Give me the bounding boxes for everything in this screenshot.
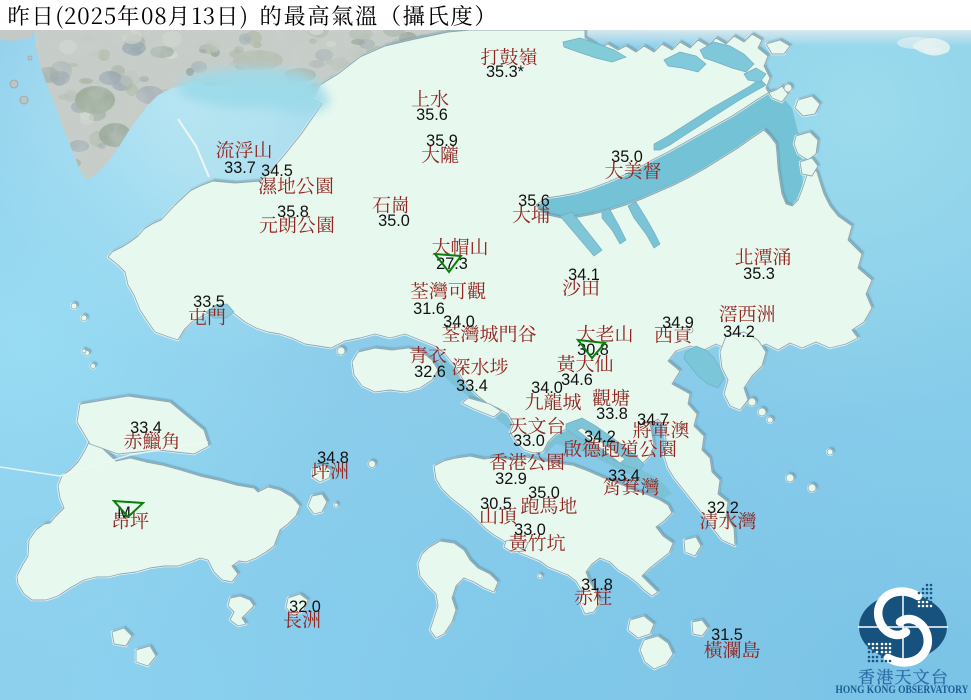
svg-text:35.3*: 35.3* bbox=[486, 63, 525, 81]
svg-text:34.6: 34.6 bbox=[561, 371, 593, 389]
svg-text:31.6: 31.6 bbox=[413, 300, 445, 318]
svg-text:34.1: 34.1 bbox=[568, 266, 600, 284]
svg-text:33.5: 33.5 bbox=[193, 293, 225, 311]
svg-text:33.7: 33.7 bbox=[224, 159, 256, 177]
svg-text:30.5: 30.5 bbox=[480, 495, 512, 513]
svg-text:34.8: 34.8 bbox=[317, 449, 349, 467]
svg-text:34.5: 34.5 bbox=[261, 162, 293, 180]
svg-text:34.0: 34.0 bbox=[531, 379, 563, 397]
svg-text:34.2: 34.2 bbox=[584, 428, 616, 446]
svg-text:32.2: 32.2 bbox=[707, 499, 739, 517]
svg-text:34.9: 34.9 bbox=[662, 314, 694, 332]
svg-text:35.0: 35.0 bbox=[378, 212, 410, 230]
svg-text:33.4: 33.4 bbox=[130, 419, 162, 437]
svg-text:31.5: 31.5 bbox=[711, 626, 743, 644]
svg-text:33.0: 33.0 bbox=[513, 432, 545, 450]
svg-text:35.8: 35.8 bbox=[277, 203, 309, 221]
svg-text:34.7: 34.7 bbox=[637, 411, 669, 429]
svg-text:35.6: 35.6 bbox=[416, 106, 448, 124]
svg-text:31.8: 31.8 bbox=[581, 576, 613, 594]
svg-text:32.9: 32.9 bbox=[495, 470, 527, 488]
svg-text:32.0: 32.0 bbox=[289, 598, 321, 616]
svg-text:33.4: 33.4 bbox=[456, 377, 488, 395]
svg-text:35.0: 35.0 bbox=[528, 484, 560, 502]
svg-text:32.6: 32.6 bbox=[414, 363, 446, 381]
svg-text:35.9: 35.9 bbox=[426, 132, 458, 150]
svg-text:33.8: 33.8 bbox=[596, 405, 628, 423]
svg-text:34.2: 34.2 bbox=[723, 323, 755, 341]
svg-text:27.3: 27.3 bbox=[436, 255, 468, 273]
svg-text:35.6: 35.6 bbox=[518, 192, 550, 210]
svg-text:33.4: 33.4 bbox=[608, 467, 640, 485]
svg-text:35.0: 35.0 bbox=[611, 148, 643, 166]
svg-text:35.3: 35.3 bbox=[743, 265, 775, 283]
svg-text:HONG KONG OBSERVATORY: HONG KONG OBSERVATORY bbox=[836, 682, 969, 696]
svg-text:33.0: 33.0 bbox=[514, 521, 546, 539]
svg-text:34.0: 34.0 bbox=[443, 313, 475, 331]
